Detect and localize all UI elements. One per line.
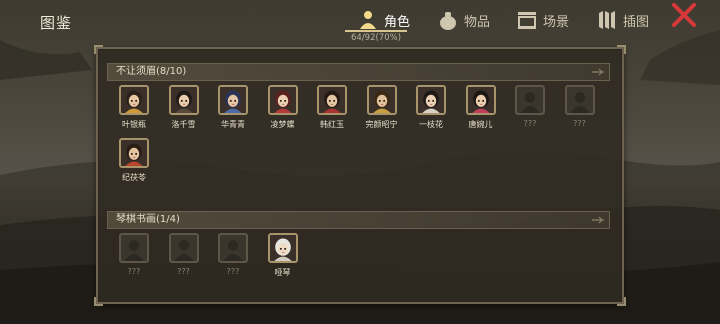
locked-character-card[interactable]: ??? <box>512 85 548 128</box>
character-name: 凌梦蝶 <box>270 120 295 129</box>
character-portrait <box>465 85 496 115</box>
character-card[interactable]: 哑琴 <box>265 233 301 278</box>
character-card[interactable]: 洛千雪 <box>166 85 202 130</box>
character-name: ??? <box>127 267 141 276</box>
character-card[interactable]: 唐婉儿 <box>463 85 499 130</box>
character-name: 纪茯苓 <box>122 173 146 182</box>
character-name: 洛千雪 <box>171 120 196 129</box>
tab-scenes[interactable]: 场景 <box>516 6 569 34</box>
panel-corner <box>617 45 626 54</box>
character-name: ??? <box>177 267 190 276</box>
character-portrait <box>317 85 347 115</box>
section-title: 琴棋书画(1/4) <box>116 214 180 225</box>
character-name: 韩红玉 <box>320 120 344 129</box>
panel-corner <box>94 45 103 54</box>
character-portrait <box>168 85 199 115</box>
illustration-icon <box>599 11 615 29</box>
close-x-icon[interactable] <box>671 2 697 28</box>
character-name: ??? <box>573 119 586 128</box>
character-portrait <box>119 85 149 115</box>
character-portrait <box>267 233 298 263</box>
ornament-icon <box>592 216 604 224</box>
ornament-icon <box>592 68 604 76</box>
active-tab-indicator <box>345 30 407 32</box>
silhouette-icon <box>168 233 199 263</box>
silhouette-icon <box>564 85 595 115</box>
character-name: 完颜昭宁 <box>365 120 398 129</box>
section-header-heroines: 不让须眉(8/10) <box>107 63 610 81</box>
character-portrait <box>218 85 248 115</box>
section-title: 不让须眉(8/10) <box>116 66 187 77</box>
locked-character-card[interactable]: ??? <box>116 233 152 276</box>
character-card[interactable]: 韩红玉 <box>314 85 350 130</box>
tab-illustrations[interactable]: 插图 <box>596 6 649 34</box>
codex-panel: 不让须眉(8/10) 叶银瓶 洛千雪 华青青 凌梦蝶 韩红玉 完颜昭宁 一枝花 唐婉儿????… <box>94 45 626 306</box>
silhouette-icon <box>218 233 248 263</box>
tab-label: 物品 <box>464 14 491 30</box>
character-name: 哑琴 <box>274 268 291 277</box>
scene-icon <box>518 12 536 29</box>
section-header-arts: 琴棋书画(1/4) <box>107 211 610 229</box>
tab-label: 插图 <box>623 14 650 30</box>
silhouette-icon <box>119 233 149 263</box>
character-portrait <box>119 138 149 168</box>
character-card[interactable]: 完颜昭宁 <box>364 85 400 130</box>
collection-progress: 64/92(70%) <box>351 33 402 43</box>
character-portrait <box>366 85 397 115</box>
character-card[interactable]: 叶银瓶 <box>116 85 152 130</box>
panel-corner <box>617 297 626 306</box>
character-name: 一枝花 <box>419 120 443 129</box>
character-card[interactable]: 纪茯苓 <box>116 138 152 183</box>
tab-label: 场景 <box>543 14 570 30</box>
locked-character-card[interactable]: ??? <box>562 85 598 128</box>
character-card[interactable]: 凌梦蝶 <box>265 85 301 130</box>
locked-character-card[interactable]: ??? <box>166 233 202 276</box>
panel-corner <box>94 297 103 306</box>
tab-items[interactable]: 物品 <box>437 6 490 34</box>
tab-label: 角色 <box>384 14 411 30</box>
page-title: 图鉴 <box>40 14 73 32</box>
character-name: ??? <box>226 267 240 276</box>
character-card[interactable]: 一枝花 <box>413 85 449 130</box>
character-name: 叶银瓶 <box>122 120 146 129</box>
character-icon <box>360 11 376 29</box>
locked-character-card[interactable]: ??? <box>215 233 251 276</box>
character-name: ??? <box>523 119 537 128</box>
character-card[interactable]: 华青青 <box>215 85 251 130</box>
character-name: 华青青 <box>221 120 245 129</box>
character-portrait <box>416 85 446 115</box>
character-portrait <box>267 85 298 115</box>
item-bag-icon <box>440 12 456 30</box>
silhouette-icon <box>515 85 545 115</box>
character-name: 唐婉儿 <box>468 120 493 129</box>
